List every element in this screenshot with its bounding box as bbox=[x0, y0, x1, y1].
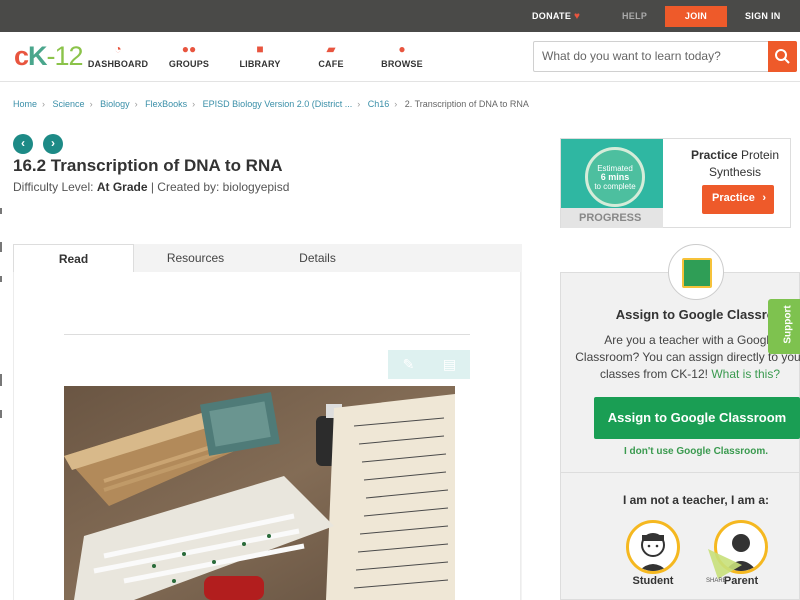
assign-classroom-button[interactable]: Assign to Google Classroom bbox=[594, 397, 800, 439]
previous-arrow-button[interactable]: ‹ bbox=[13, 134, 33, 154]
cafe-icon: ▰ bbox=[326, 42, 336, 56]
annotate-button[interactable]: ✎ bbox=[388, 350, 429, 379]
support-tab[interactable]: Support bbox=[768, 299, 800, 354]
role-prompt: I am not a teacher, I am a: bbox=[622, 493, 770, 507]
divider bbox=[560, 472, 800, 473]
tab-details[interactable]: Details bbox=[257, 244, 378, 273]
left-toolbar-mark bbox=[0, 242, 2, 252]
left-toolbar-mark bbox=[0, 410, 2, 418]
breadcrumb-current: 2. Transcription of DNA to RNA bbox=[404, 99, 529, 109]
breadcrumb-home[interactable]: Home bbox=[13, 99, 37, 109]
next-arrow-button[interactable]: › bbox=[43, 134, 63, 154]
share-arrow-icon[interactable] bbox=[706, 547, 744, 581]
classroom-title: Assign to Google Classroom bbox=[615, 307, 795, 322]
breadcrumb-science[interactable]: Science bbox=[53, 99, 85, 109]
student-role-button[interactable] bbox=[626, 520, 680, 574]
help-link[interactable]: HELP bbox=[622, 0, 647, 32]
no-classroom-link[interactable]: I don't use Google Classroom. bbox=[560, 446, 800, 457]
search-box bbox=[533, 41, 797, 72]
left-toolbar-mark bbox=[0, 276, 2, 282]
search-button[interactable] bbox=[768, 41, 797, 72]
tab-read[interactable]: Read bbox=[13, 244, 134, 274]
breadcrumb-biology[interactable]: Biology bbox=[100, 99, 130, 109]
dashboard-icon: ◔ bbox=[114, 42, 122, 56]
join-button[interactable]: JOIN bbox=[665, 6, 727, 27]
breadcrumb: Home › Science › Biology › FlexBooks › EPISD… bbox=[13, 99, 529, 109]
breadcrumb-chapter[interactable]: Ch16 bbox=[368, 99, 390, 109]
student-avatar-icon bbox=[639, 533, 667, 571]
search-input[interactable] bbox=[542, 49, 762, 63]
donate-link[interactable]: DONATE ♥ bbox=[532, 0, 580, 32]
nav-groups[interactable]: ●● GROUPS bbox=[154, 40, 224, 69]
left-toolbar-mark bbox=[0, 374, 2, 386]
heart-icon: ♥ bbox=[573, 11, 581, 22]
page-title: 16.2 Transcription of DNA to RNA bbox=[13, 156, 283, 175]
nav-cafe[interactable]: ▰ CAFE bbox=[296, 40, 366, 69]
notes-button[interactable]: ▤ bbox=[429, 350, 470, 379]
chevron-right-icon: › bbox=[762, 192, 766, 204]
calligraphy-photo bbox=[64, 386, 455, 600]
progress-label: PROGRESS bbox=[561, 208, 663, 228]
search-icon bbox=[775, 49, 790, 64]
tab-resources[interactable]: Resources bbox=[135, 244, 256, 273]
share-label: SHARE bbox=[706, 578, 727, 584]
ck12-logo[interactable]: cK-12 bbox=[14, 41, 84, 72]
top-bar: DONATE ♥ HELP JOIN SIGN IN bbox=[0, 0, 800, 32]
breadcrumb-book[interactable]: EPISD Biology Version 2.0 (District ... bbox=[203, 99, 353, 109]
lesson-image bbox=[64, 386, 455, 600]
chevron-left-icon: ‹ bbox=[21, 136, 25, 150]
library-icon: ■ bbox=[256, 42, 264, 56]
what-is-this-link[interactable]: What is this? bbox=[711, 367, 780, 381]
notes-icon: ▤ bbox=[442, 356, 457, 372]
nav-dashboard[interactable]: ◔ DASHBOARD bbox=[83, 40, 153, 69]
classroom-description: Are you a teacher with a Google Classroo… bbox=[575, 333, 800, 381]
main-header: cK-12 ◔ DASHBOARD ●● GROUPS ■ LIBRARY ▰ … bbox=[0, 32, 800, 82]
difficulty-level: At Grade bbox=[96, 180, 148, 194]
student-label: Student bbox=[632, 575, 674, 587]
nav-browse[interactable]: ● BROWSE bbox=[367, 40, 437, 69]
sign-in-link[interactable]: SIGN IN bbox=[745, 0, 781, 32]
breadcrumb-flexbooks[interactable]: FlexBooks bbox=[145, 99, 187, 109]
practice-card: Estimated 6 mins to complete PROGRESS Pr… bbox=[560, 138, 791, 228]
pencil-icon: ✎ bbox=[402, 356, 415, 372]
chevron-right-icon: › bbox=[51, 136, 55, 150]
browse-icon: ● bbox=[398, 42, 406, 56]
nav-library[interactable]: ■ LIBRARY bbox=[225, 40, 295, 69]
practice-title: Practice Protein Synthesis bbox=[690, 148, 780, 179]
practice-button[interactable]: Practice › bbox=[702, 185, 774, 214]
google-classroom-icon bbox=[668, 244, 724, 300]
page-meta: Difficulty Level: At Grade | Created by:… bbox=[13, 180, 290, 194]
divider bbox=[64, 334, 470, 335]
estimate-circle: Estimated 6 mins to complete bbox=[585, 147, 645, 207]
left-toolbar-mark bbox=[0, 208, 2, 214]
groups-icon: ●● bbox=[181, 42, 197, 56]
progress-graphic: Estimated 6 mins to complete PROGRESS bbox=[561, 139, 663, 228]
